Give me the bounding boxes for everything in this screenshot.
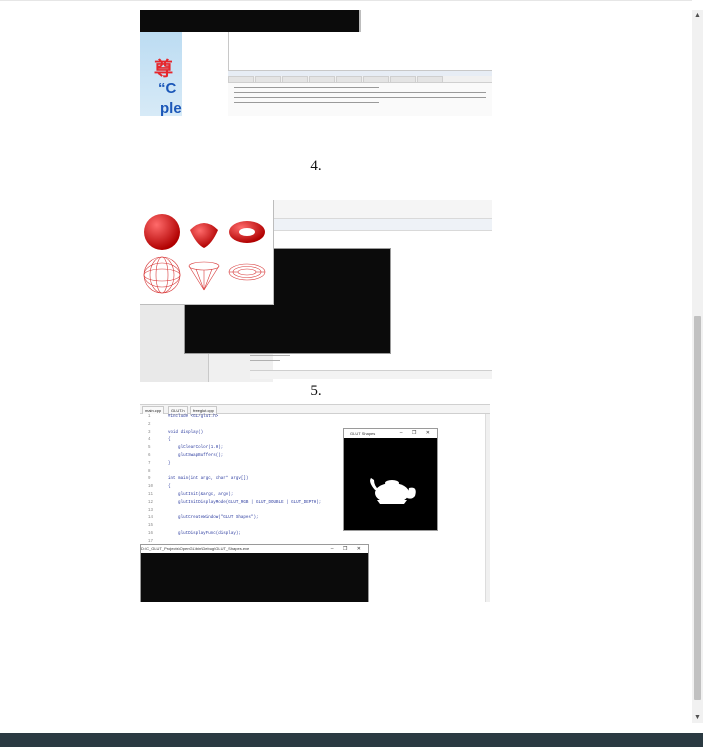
editor-tabs: main.cpp GLUT.h freeglut.cpp — [140, 405, 490, 415]
solid-sphere-icon — [144, 214, 180, 250]
glut-shapes-window: GLUT Shapes – ❐ ✕ — [343, 428, 438, 531]
page-footer — [0, 733, 703, 747]
code-line: glClearColor(1.0); — [168, 446, 224, 451]
code-line: glutCreateWindow("GLUT Shapes"); — [168, 516, 259, 521]
page-scrollbar[interactable]: ▲ ▼ — [692, 10, 703, 723]
scroll-up-arrow-icon[interactable]: ▲ — [692, 10, 703, 21]
editor-scrollbar — [485, 414, 490, 602]
ide-log-tabs — [228, 76, 492, 83]
banner-line-1: “C — [158, 80, 177, 97]
scroll-down-arrow-icon[interactable]: ▼ — [692, 712, 703, 723]
ide-log-panel — [228, 70, 492, 116]
console-window: D:\C_GLUT_Projects\OpenGL\bin\Debug\GLUT… — [140, 544, 369, 602]
console-title: D:\C_GLUT_Projects\OpenGL\bin\Debug\GLUT… — [141, 546, 250, 551]
scrollbar-thumb[interactable] — [694, 316, 701, 700]
code-line: glutDisplayFunc(display); — [168, 531, 241, 536]
solid-cone-icon — [190, 223, 218, 248]
console-window-strip — [140, 10, 359, 32]
code-line: { — [168, 485, 171, 490]
console-titlebar: D:\C_GLUT_Projects\OpenGL\bin\Debug\GLUT… — [141, 545, 368, 553]
shapes-graphic — [143, 214, 266, 294]
wire-torus-icon — [228, 263, 266, 281]
code-line: #include <GL/glut.h> — [168, 415, 219, 419]
banner-char: 尊 — [154, 58, 174, 80]
glut-window-titlebar: GLUT Shapes – ❐ ✕ — [344, 429, 437, 438]
ide-toolbar — [273, 219, 492, 231]
banner-image: 尊 “C ple — [140, 32, 182, 116]
code-line: glutSwapBuffers(); — [168, 453, 224, 458]
log-line — [234, 87, 380, 88]
wire-sphere-icon — [143, 256, 181, 294]
log-line — [234, 92, 486, 93]
blank-panel — [182, 32, 229, 116]
banner-line-2: ple — [160, 100, 182, 116]
ide-menubar — [273, 200, 492, 219]
code-line: { — [168, 438, 171, 443]
teapot-icon — [370, 478, 416, 504]
code-line: void display() — [168, 430, 204, 435]
screenshot-figure-4 — [140, 200, 492, 382]
window-controls: – ❐ ✕ — [328, 545, 365, 553]
line-number-gutter: 123456789101112131415161718 — [140, 414, 164, 552]
code-line: glutInitDisplayMode(GLUT_RGB | GLUT_DOUB… — [168, 500, 322, 505]
code-line: } — [168, 461, 171, 466]
page-top-border — [0, 0, 692, 1]
window-controls: – ❐ ✕ — [399, 430, 434, 436]
code-line: glutInit(&argc, argv); — [168, 492, 234, 497]
code-line: int main(int argc, char* argv[]) — [168, 477, 249, 482]
log-line — [234, 97, 486, 98]
code-line — [250, 355, 290, 356]
code-line — [250, 360, 280, 361]
screenshot-figure-3: 尊 “C ple — [140, 10, 492, 116]
figure-caption-5: 5. — [310, 383, 322, 399]
figure-caption-4: 4. — [310, 158, 322, 174]
screenshot-figure-5: main.cpp GLUT.h freeglut.cpp 1 2 3 4 5 6 7 8 9 10… — [140, 404, 490, 602]
code-area: #include <GL/glut.h> void display() { glCl… — [168, 414, 358, 554]
glut-window-title: GLUT Shapes — [350, 431, 376, 436]
glut-shapes-render — [140, 200, 274, 305]
log-line — [234, 102, 380, 103]
console-window-edge — [359, 10, 361, 32]
ide-log-tabs — [250, 370, 492, 379]
wire-cone-icon — [188, 261, 220, 291]
